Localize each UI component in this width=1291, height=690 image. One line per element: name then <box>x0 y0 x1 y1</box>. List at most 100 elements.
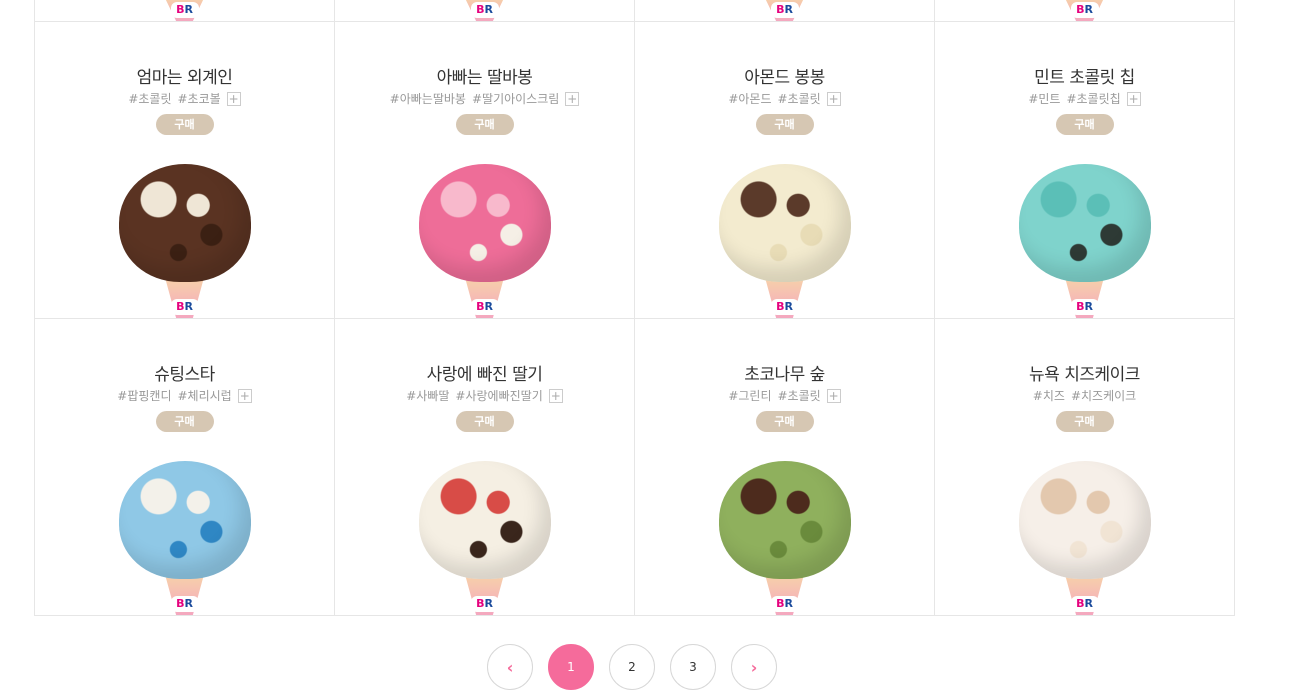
ice-cream-scoop <box>418 164 551 282</box>
ice-cream-image: BR <box>410 148 560 318</box>
br-logo-r: R <box>1084 597 1093 610</box>
ice-cream-scoop <box>118 164 251 282</box>
br-logo-r: R <box>784 3 793 16</box>
product-card[interactable]: 초코나무 숲 #그린티 #초콜릿 + 구매 BR <box>635 319 935 616</box>
ice-cream-image: BR <box>710 148 860 318</box>
product-card-partial[interactable]: BR <box>35 0 335 22</box>
br-logo-b: B <box>776 3 785 16</box>
br-logo: BR <box>770 596 799 612</box>
product-tags: #팝핑캔디 #체리시럽 + <box>35 387 334 404</box>
ice-cream-image: BR <box>455 0 515 21</box>
product-name[interactable]: 뉴욕 치즈케이크 <box>935 360 1234 385</box>
more-tags-plus-icon[interactable]: + <box>565 91 580 106</box>
ice-cream-image: BR <box>710 445 860 615</box>
ice-cream-scoop <box>718 164 851 282</box>
br-logo-b: B <box>476 597 485 610</box>
ice-cream-image: BR <box>755 0 815 21</box>
product-card[interactable]: 아빠는 딸바봉 #아빠는딸바봉 #딸기아이스크림 + 구매 BR <box>335 22 635 319</box>
ice-cream-image: BR <box>1010 445 1160 615</box>
more-tags-plus-icon[interactable]: + <box>548 388 563 403</box>
br-logo-b: B <box>776 597 785 610</box>
buy-button[interactable]: 구매 <box>155 114 214 135</box>
buy-button[interactable]: 구매 <box>1055 114 1114 135</box>
hashtag[interactable]: #체리시럽 <box>178 387 232 404</box>
br-logo: BR <box>1070 2 1099 18</box>
br-logo-b: B <box>476 3 485 16</box>
buy-button[interactable]: 구매 <box>755 411 814 432</box>
more-tags-plus-icon[interactable]: + <box>1126 91 1141 106</box>
hashtag[interactable]: #팝핑캔디 <box>117 387 171 404</box>
product-tags: #그린티 #초콜릿 + <box>635 387 934 404</box>
ice-cream-scoop <box>718 461 851 579</box>
buy-button[interactable]: 구매 <box>455 114 514 135</box>
hashtag[interactable]: #민트 <box>1028 90 1060 107</box>
product-card[interactable]: 민트 초콜릿 칩 #민트 #초콜릿칩 + 구매 BR <box>935 22 1235 319</box>
br-logo-b: B <box>1076 300 1085 313</box>
br-logo: BR <box>770 299 799 315</box>
br-logo-r: R <box>484 597 493 610</box>
page-number-button[interactable]: 1 <box>548 644 594 690</box>
hashtag[interactable]: #사랑에빠진딸기 <box>455 387 542 404</box>
ice-cream-scoop <box>1018 461 1151 579</box>
hashtag[interactable]: #초콜릿 <box>128 90 171 107</box>
page-number-button[interactable]: 3 <box>670 644 716 690</box>
product-card[interactable]: 아몬드 봉봉 #아몬드 #초콜릿 + 구매 BR <box>635 22 935 319</box>
product-card-partial[interactable]: BR <box>935 0 1235 22</box>
product-name[interactable]: 초코나무 숲 <box>635 360 934 385</box>
br-logo-b: B <box>176 3 185 16</box>
buy-button[interactable]: 구매 <box>755 114 814 135</box>
product-name[interactable]: 아빠는 딸바봉 <box>335 63 634 88</box>
br-logo-r: R <box>484 300 493 313</box>
br-logo: BR <box>770 2 799 18</box>
product-tags: #사빠딸 #사랑에빠진딸기 + <box>335 387 634 404</box>
br-logo-r: R <box>784 300 793 313</box>
next-page-button[interactable]: › <box>731 644 777 690</box>
br-logo-r: R <box>1084 300 1093 313</box>
product-name[interactable]: 사랑에 빠진 딸기 <box>335 360 634 385</box>
product-card-partial[interactable]: BR <box>635 0 935 22</box>
buy-button[interactable]: 구매 <box>1055 411 1114 432</box>
product-name[interactable]: 민트 초콜릿 칩 <box>935 63 1234 88</box>
br-logo-b: B <box>1076 3 1085 16</box>
br-logo: BR <box>170 2 199 18</box>
product-name[interactable]: 슈팅스타 <box>35 360 334 385</box>
hashtag[interactable]: #초코볼 <box>178 90 221 107</box>
hashtag[interactable]: #아빠는딸바봉 <box>390 90 466 107</box>
product-card[interactable]: 엄마는 외계인 #초콜릿 #초코볼 + 구매 BR <box>35 22 335 319</box>
buy-button[interactable]: 구매 <box>455 411 514 432</box>
hashtag[interactable]: #그린티 <box>728 387 771 404</box>
hashtag[interactable]: #초콜릿칩 <box>1066 90 1120 107</box>
product-grid: BR BR BR BR 엄마는 외계인 #초콜릿 #초코볼 + 구매 BR 아빠는 딸바봉 #아빠는딸… <box>34 0 1235 616</box>
hashtag[interactable]: #치즈 <box>1033 387 1065 404</box>
product-tags: #아빠는딸바봉 #딸기아이스크림 + <box>335 90 634 107</box>
product-card[interactable]: 슈팅스타 #팝핑캔디 #체리시럽 + 구매 BR <box>35 319 335 616</box>
product-card[interactable]: 사랑에 빠진 딸기 #사빠딸 #사랑에빠진딸기 + 구매 BR <box>335 319 635 616</box>
prev-page-button[interactable]: ‹ <box>487 644 533 690</box>
page-number-button[interactable]: 2 <box>609 644 655 690</box>
product-name[interactable]: 아몬드 봉봉 <box>635 63 934 88</box>
hashtag[interactable]: #아몬드 <box>728 90 771 107</box>
hashtag[interactable]: #딸기아이스크림 <box>472 90 559 107</box>
hashtag[interactable]: #치즈케이크 <box>1071 387 1136 404</box>
br-logo: BR <box>470 2 499 18</box>
hashtag[interactable]: #초콜릿 <box>778 387 821 404</box>
br-logo-r: R <box>484 3 493 16</box>
product-card[interactable]: 뉴욕 치즈케이크 #치즈 #치즈케이크구매 BR <box>935 319 1235 616</box>
more-tags-plus-icon[interactable]: + <box>226 91 241 106</box>
buy-button[interactable]: 구매 <box>155 411 214 432</box>
pagination: ‹ 1 2 3 › <box>487 644 777 690</box>
ice-cream-image: BR <box>410 445 560 615</box>
more-tags-plus-icon[interactable]: + <box>826 388 841 403</box>
ice-cream-image: BR <box>155 0 215 21</box>
more-tags-plus-icon[interactable]: + <box>237 388 252 403</box>
more-tags-plus-icon[interactable]: + <box>826 91 841 106</box>
br-logo: BR <box>1070 596 1099 612</box>
product-card-partial[interactable]: BR <box>335 0 635 22</box>
product-tags: #치즈 #치즈케이크 <box>935 387 1234 404</box>
ice-cream-image: BR <box>110 148 260 318</box>
br-logo-b: B <box>1076 597 1085 610</box>
product-name[interactable]: 엄마는 외계인 <box>35 63 334 88</box>
hashtag[interactable]: #초콜릿 <box>778 90 821 107</box>
hashtag[interactable]: #사빠딸 <box>406 387 449 404</box>
br-logo-r: R <box>784 597 793 610</box>
